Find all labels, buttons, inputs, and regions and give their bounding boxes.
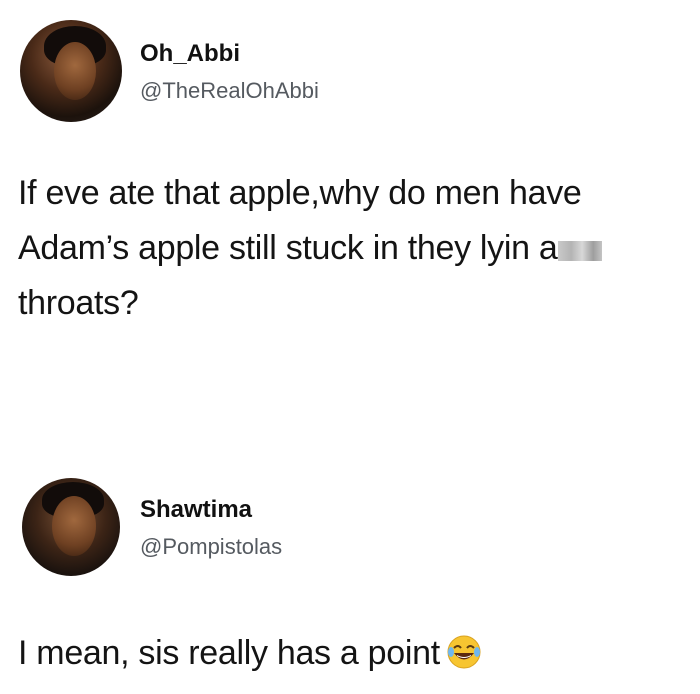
tweet-text-content: I mean, sis really has a point bbox=[18, 634, 440, 672]
user-handle[interactable]: @Pompistolas bbox=[140, 534, 282, 560]
censor-blur bbox=[557, 241, 602, 261]
display-name[interactable]: Shawtima bbox=[140, 496, 252, 524]
avatar-face bbox=[52, 496, 96, 556]
tweet-text-line: Adam’s apple still stuck in they lyin a bbox=[18, 221, 688, 276]
tweet-text-line-content: Adam’s apple still stuck in they lyin a bbox=[18, 229, 558, 267]
avatar[interactable] bbox=[22, 478, 120, 576]
avatar-face bbox=[54, 42, 96, 100]
tweet-text: If eve ate that apple,why do men have Ad… bbox=[18, 166, 688, 331]
avatar[interactable] bbox=[20, 20, 122, 122]
tweet-oh-abbi: Oh_Abbi @TheRealOhAbbi If eve ate that a… bbox=[0, 0, 700, 440]
user-handle[interactable]: @TheRealOhAbbi bbox=[140, 78, 319, 104]
display-name[interactable]: Oh_Abbi bbox=[140, 40, 240, 68]
tweet-text-line: If eve ate that apple,why do men have bbox=[18, 174, 582, 212]
tweet-text: I mean, sis really has a point bbox=[18, 626, 688, 681]
face-with-tears-of-joy-icon bbox=[447, 635, 481, 669]
tweet-text-line: throats? bbox=[18, 284, 139, 322]
